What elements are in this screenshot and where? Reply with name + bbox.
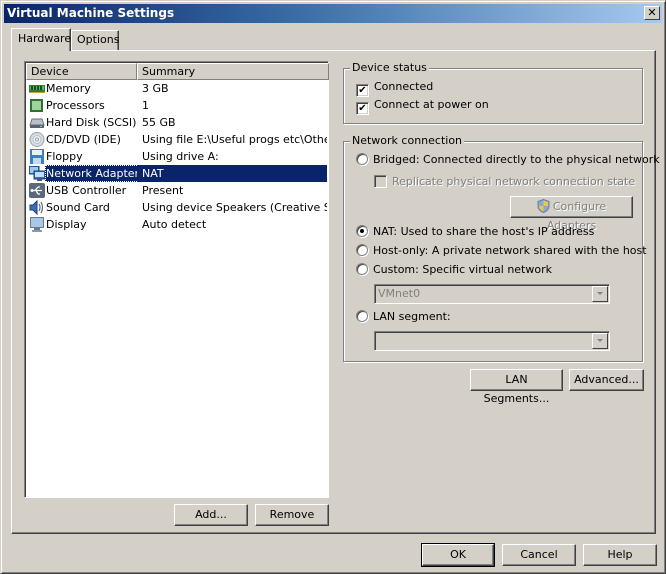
device-row-display[interactable]: Display Auto detect (26, 216, 327, 233)
device-list-header: Device Summary (26, 63, 329, 80)
device-row-sound-card[interactable]: Sound Card Using device Speakers (Creativ… (26, 199, 327, 216)
replicate-checkbox[interactable]: Replicate physical network connection st… (374, 174, 635, 190)
add-button-label: Add... (195, 508, 227, 521)
nat-radio-icon (356, 225, 368, 237)
cancel-button[interactable]: Cancel (502, 544, 576, 566)
column-header-device[interactable]: Device (26, 63, 137, 80)
title-bar: Virtual Machine Settings ✕ (4, 4, 662, 23)
connect-at-power-on-check-icon: ✔ (356, 102, 369, 115)
device-summary: Using device Speakers (Creative S... (142, 201, 327, 214)
help-label: Help (607, 548, 633, 561)
chevron-down-icon[interactable] (592, 286, 608, 302)
host-only-label: Host-only: A private network shared with… (373, 244, 647, 257)
add-button[interactable]: Add... (174, 504, 248, 526)
bridged-radio-icon (356, 153, 368, 165)
lan-segment-select[interactable] (374, 331, 610, 351)
column-header-summary[interactable]: Summary (137, 63, 329, 80)
connected-checkbox[interactable]: ✔ Connected (356, 79, 434, 97)
remove-button[interactable]: Remove (255, 504, 329, 526)
connected-check-icon: ✔ (356, 84, 369, 97)
device-row-processors[interactable]: Processors 1 (26, 97, 327, 114)
memory-icon (29, 81, 45, 96)
cd-dvd-icon (29, 132, 45, 147)
device-summary: Auto detect (142, 218, 207, 231)
device-row-memory[interactable]: Memory 3 GB (26, 80, 327, 97)
chevron-down-icon[interactable] (592, 333, 608, 349)
device-rows: Memory 3 GB Processors 1 Hard Disk (SCSI) 55 … (26, 80, 327, 233)
device-status-group: Device status (343, 61, 643, 124)
custom-radio-icon (356, 263, 368, 275)
display-icon (29, 217, 45, 232)
connect-at-power-on-checkbox[interactable]: ✔ Connect at power on (356, 97, 489, 115)
lan-segment-radio[interactable]: LAN segment: (356, 309, 451, 325)
device-summary: Present (142, 184, 184, 197)
close-icon: ✕ (647, 6, 657, 19)
device-row-hard-disk-scsi[interactable]: Hard Disk (SCSI) 55 GB (26, 114, 327, 131)
replicate-label: Replicate physical network connection st… (392, 175, 636, 188)
lan-segments-label: LAN Segments... (483, 373, 550, 405)
advanced-button[interactable]: Advanced... (569, 369, 644, 391)
processor-icon (29, 98, 45, 113)
advanced-label: Advanced... (574, 373, 639, 386)
floppy-icon (29, 149, 45, 164)
window-title: Virtual Machine Settings (7, 6, 175, 20)
device-summary: NAT (137, 165, 327, 182)
device-status-title: Device status (350, 61, 429, 75)
connected-label: Connected (374, 80, 434, 93)
device-summary: Using drive A: (142, 150, 219, 163)
bridged-label: Bridged: Connected directly to the physi… (373, 153, 660, 166)
host-only-radio[interactable]: Host-only: A private network shared with… (356, 243, 647, 259)
device-summary: Using file E:\Useful progs etc\Othe... (142, 133, 327, 146)
network-connection-title: Network connection (350, 134, 465, 148)
device-row-floppy[interactable]: Floppy Using drive A: (26, 148, 327, 165)
connect-at-power-on-label: Connect at power on (374, 98, 489, 111)
close-button[interactable]: ✕ (644, 6, 660, 20)
sound-card-icon (29, 199, 45, 216)
hard-disk-icon (29, 115, 45, 130)
tab-options[interactable]: Options (71, 30, 119, 50)
ok-label: OK (450, 548, 466, 561)
custom-label: Custom: Specific virtual network (373, 263, 552, 276)
help-button[interactable]: Help (583, 544, 657, 566)
virtual-machine-settings-window: Virtual Machine Settings ✕ Hardware Opti… (0, 0, 666, 574)
tab-hardware[interactable]: Hardware (11, 28, 71, 51)
device-summary: 1 (142, 99, 149, 112)
ok-button[interactable]: OK (421, 543, 495, 567)
device-list[interactable]: Device Summary Memory 3 GB Processors 1 Hard… (24, 61, 329, 498)
cancel-label: Cancel (520, 548, 558, 561)
configure-adapters-button[interactable]: Configure Adapters (510, 196, 633, 232)
device-row-network-adapter[interactable]: Network Adapter NAT (26, 165, 327, 182)
custom-radio[interactable]: Custom: Specific virtual network (356, 262, 552, 278)
lan-segment-radio-icon (356, 310, 368, 322)
custom-network-select[interactable]: VMnet0 (374, 284, 610, 304)
device-row-usb-controller[interactable]: USB Controller Present (26, 182, 327, 199)
nat-radio[interactable]: NAT: Used to share the host's IP address (356, 224, 594, 240)
network-adapter-icon (28, 165, 46, 181)
nat-label: NAT: Used to share the host's IP address (373, 225, 595, 238)
lan-segment-label: LAN segment: (373, 310, 451, 323)
bridged-radio[interactable]: Bridged: Connected directly to the physi… (356, 152, 660, 168)
lan-segments-button[interactable]: LAN Segments... (470, 369, 563, 405)
replicate-check-icon (374, 175, 387, 188)
custom-network-value: VMnet0 (378, 287, 421, 300)
device-summary: 3 GB (142, 82, 169, 95)
usb-icon (29, 183, 45, 198)
remove-button-label: Remove (269, 508, 315, 521)
host-only-radio-icon (356, 244, 368, 256)
device-summary: 55 GB (142, 116, 176, 129)
device-row-cd-dvd-ide[interactable]: CD/DVD (IDE) Using file E:\Useful progs e… (26, 131, 327, 148)
shield-icon (537, 198, 550, 214)
